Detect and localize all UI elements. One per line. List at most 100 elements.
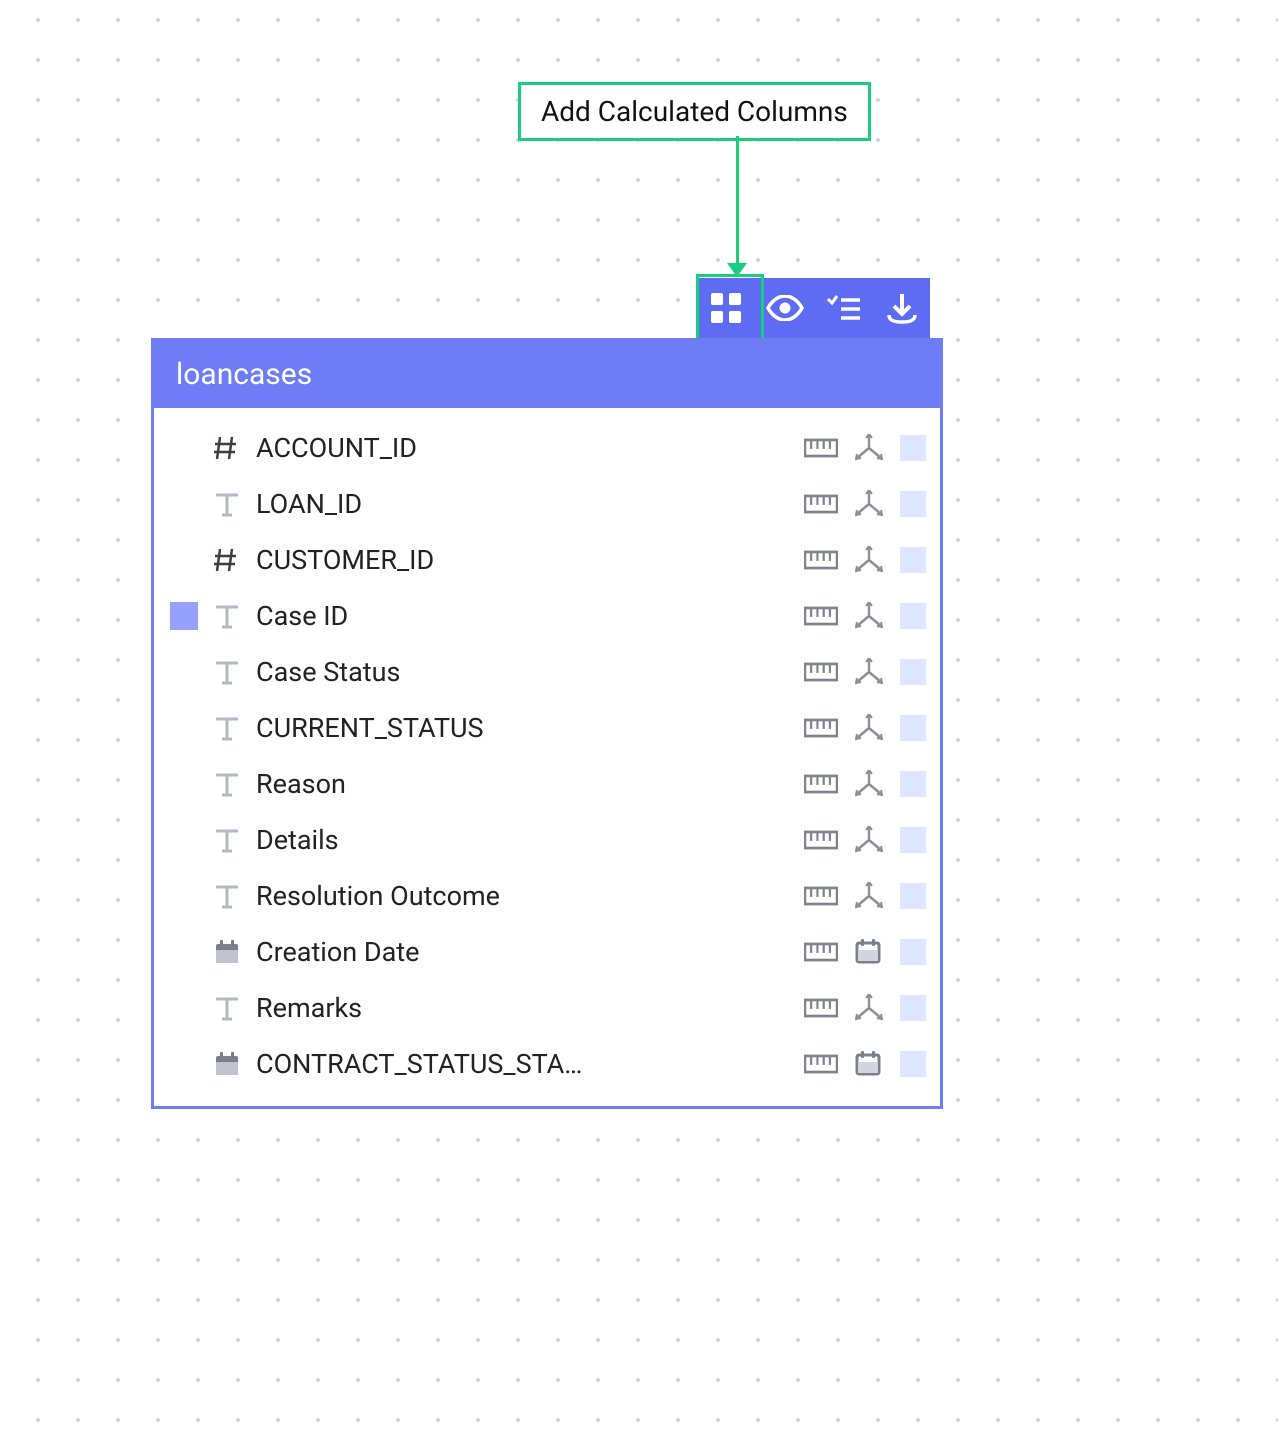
dimension-action-button[interactable]: [852, 489, 886, 519]
text-type-icon: [212, 657, 242, 687]
date-type-icon: [212, 1049, 242, 1079]
dimension-action-button[interactable]: [852, 545, 886, 575]
field-selection-marker[interactable]: [170, 826, 198, 854]
field-name-label: CONTRACT_STATUS_STA…: [256, 1048, 790, 1080]
measure-action-button[interactable]: [804, 489, 838, 519]
field-checkbox[interactable]: [900, 771, 926, 797]
measure-action-button[interactable]: [804, 545, 838, 575]
field-selection-marker[interactable]: [170, 882, 198, 910]
field-row[interactable]: LOAN_ID: [154, 476, 940, 532]
field-row[interactable]: CONTRACT_STATUS_STA…: [154, 1036, 940, 1092]
field-actions: [804, 545, 926, 575]
download-icon: [886, 292, 918, 324]
text-type-icon: [212, 993, 242, 1023]
number-type-icon: [212, 433, 242, 463]
dimension-action-button[interactable]: [852, 713, 886, 743]
field-name-label: Remarks: [256, 992, 790, 1024]
select-list-button[interactable]: [821, 285, 866, 331]
field-selection-marker[interactable]: [170, 546, 198, 574]
field-checkbox[interactable]: [900, 659, 926, 685]
measure-action-button[interactable]: [804, 657, 838, 687]
measure-action-button[interactable]: [804, 881, 838, 911]
panel-title: loancases: [154, 341, 940, 408]
field-name-label: Creation Date: [256, 936, 790, 968]
field-checkbox[interactable]: [900, 491, 926, 517]
field-row[interactable]: CUSTOMER_ID: [154, 532, 940, 588]
field-actions: [804, 433, 926, 463]
measure-action-button[interactable]: [804, 825, 838, 855]
field-selection-marker[interactable]: [170, 490, 198, 518]
field-selection-marker[interactable]: [170, 658, 198, 686]
field-row[interactable]: Details: [154, 812, 940, 868]
field-actions: [804, 881, 926, 911]
field-checkbox[interactable]: [900, 435, 926, 461]
grid-tiles-icon: [709, 291, 743, 325]
dimension-action-button[interactable]: [852, 433, 886, 463]
measure-action-button[interactable]: [804, 993, 838, 1023]
measure-action-button[interactable]: [804, 769, 838, 799]
field-row[interactable]: CURRENT_STATUS: [154, 700, 940, 756]
field-actions: [804, 601, 926, 631]
dimension-action-button[interactable]: [852, 993, 886, 1023]
add-calculated-columns-button[interactable]: [704, 285, 749, 331]
field-actions: [804, 713, 926, 743]
field-checkbox[interactable]: [900, 995, 926, 1021]
field-actions: [804, 993, 926, 1023]
panel-toolbar: [698, 278, 930, 338]
field-selection-marker[interactable]: [170, 1050, 198, 1078]
measure-action-button[interactable]: [804, 713, 838, 743]
callout-line: [736, 136, 739, 270]
callout-label: Add Calculated Columns: [541, 95, 848, 128]
dimension-action-button[interactable]: [852, 601, 886, 631]
field-selection-marker[interactable]: [170, 714, 198, 742]
date-action-button[interactable]: [852, 1049, 886, 1079]
field-checkbox[interactable]: [900, 827, 926, 853]
field-checkbox[interactable]: [900, 1051, 926, 1077]
measure-action-button[interactable]: [804, 937, 838, 967]
field-selection-marker[interactable]: [170, 434, 198, 462]
date-action-button[interactable]: [852, 937, 886, 967]
field-checkbox[interactable]: [900, 715, 926, 741]
field-name-label: CUSTOMER_ID: [256, 544, 790, 576]
field-checkbox[interactable]: [900, 883, 926, 909]
field-checkbox[interactable]: [900, 603, 926, 629]
field-selection-marker[interactable]: [170, 994, 198, 1022]
number-type-icon: [212, 545, 242, 575]
dimension-action-button[interactable]: [852, 657, 886, 687]
field-row[interactable]: Case Status: [154, 644, 940, 700]
measure-action-button[interactable]: [804, 1049, 838, 1079]
field-actions: [804, 1049, 926, 1079]
field-actions: [804, 825, 926, 855]
date-type-icon: [212, 937, 242, 967]
dataset-panel: loancases ACCOUNT_ID LOAN_ID CUSTOMER_ID Ca…: [151, 338, 943, 1109]
field-actions: [804, 489, 926, 519]
field-checkbox[interactable]: [900, 547, 926, 573]
measure-action-button[interactable]: [804, 433, 838, 463]
field-row[interactable]: Case ID: [154, 588, 940, 644]
dimension-action-button[interactable]: [852, 825, 886, 855]
text-type-icon: [212, 881, 242, 911]
field-checkbox[interactable]: [900, 939, 926, 965]
callout-arrow-down-icon: [727, 263, 747, 277]
field-row[interactable]: Reason: [154, 756, 940, 812]
download-button[interactable]: [880, 285, 925, 331]
field-row[interactable]: Creation Date: [154, 924, 940, 980]
field-row[interactable]: Remarks: [154, 980, 940, 1036]
field-selection-marker[interactable]: [170, 770, 198, 798]
measure-action-button[interactable]: [804, 601, 838, 631]
text-type-icon: [212, 489, 242, 519]
checklist-icon: [826, 294, 860, 322]
field-row[interactable]: ACCOUNT_ID: [154, 420, 940, 476]
field-name-label: Case Status: [256, 656, 790, 688]
field-list: ACCOUNT_ID LOAN_ID CUSTOMER_ID Case ID Case …: [154, 408, 940, 1106]
field-selection-marker[interactable]: [170, 938, 198, 966]
dimension-action-button[interactable]: [852, 769, 886, 799]
field-selection-marker[interactable]: [170, 602, 198, 630]
field-name-label: ACCOUNT_ID: [256, 432, 790, 464]
dimension-action-button[interactable]: [852, 881, 886, 911]
callout-add-calculated-columns: Add Calculated Columns: [518, 82, 871, 141]
preview-button[interactable]: [763, 285, 808, 331]
field-actions: [804, 937, 926, 967]
field-row[interactable]: Resolution Outcome: [154, 868, 940, 924]
field-name-label: Details: [256, 824, 790, 856]
